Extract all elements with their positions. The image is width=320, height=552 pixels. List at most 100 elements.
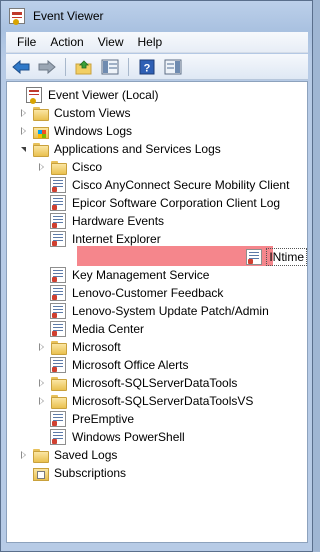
log-icon	[50, 411, 66, 427]
log-icon	[50, 195, 66, 211]
menu-bar: File Action View Help	[6, 32, 308, 53]
folder-icon	[50, 159, 67, 175]
toolbar: ?	[6, 54, 308, 80]
up-folder-icon	[75, 59, 92, 74]
help-button[interactable]: ?	[136, 57, 158, 77]
tree-node-subscriptions[interactable]: Subscriptions	[7, 464, 307, 482]
windows-logs-icon	[32, 123, 49, 139]
tree-node-label: Internet Explorer	[72, 232, 161, 246]
tree-node-label: Key Management Service	[72, 268, 210, 282]
tree-node-microsoft-office-alerts[interactable]: Microsoft Office Alerts	[7, 356, 307, 374]
console-tree: Event Viewer (Local) Custom Views Window…	[7, 82, 307, 482]
show-hide-tree-icon	[101, 59, 119, 74]
tree-node-label: Windows Logs	[54, 124, 133, 138]
tree-node-lenovo-system-update[interactable]: Lenovo-System Update Patch/Admin	[7, 302, 307, 320]
collapse-arrow-icon[interactable]	[19, 145, 28, 154]
event-viewer-app-icon	[9, 8, 25, 25]
forward-arrow-icon	[38, 59, 56, 74]
tree-node-microsoft[interactable]: Microsoft	[7, 338, 307, 356]
subscriptions-icon	[32, 465, 49, 481]
folder-icon	[32, 141, 49, 157]
svg-text:?: ?	[144, 62, 151, 74]
tree-node-cisco[interactable]: Cisco	[7, 158, 307, 176]
expand-arrow-icon[interactable]	[37, 379, 46, 388]
expand-arrow-icon[interactable]	[37, 397, 46, 406]
tree-node-label: Lenovo-System Update Patch/Admin	[72, 304, 269, 318]
tree-node-label: INtime	[266, 248, 307, 266]
log-icon	[246, 249, 263, 265]
up-one-level-button[interactable]	[73, 57, 95, 77]
toolbar-separator	[65, 57, 66, 76]
forward-button[interactable]	[36, 57, 58, 77]
tree-node-label: Epicor Software Corporation Client Log	[72, 196, 281, 210]
tree-node-applications-and-services-logs[interactable]: Applications and Services Logs	[7, 140, 307, 158]
tree-node-label: Applications and Services Logs	[54, 142, 221, 156]
back-button[interactable]	[10, 57, 32, 77]
tree-node-cisco-anyconnect[interactable]: Cisco AnyConnect Secure Mobility Client	[7, 176, 307, 194]
window-title: Event Viewer	[33, 9, 104, 23]
menu-action[interactable]: Action	[43, 35, 90, 49]
log-icon	[50, 303, 66, 319]
show-hide-action-pane-button[interactable]	[162, 57, 184, 77]
event-viewer-window: Event Viewer File Action View Help ? Eve…	[0, 0, 313, 552]
menu-view[interactable]: View	[91, 35, 131, 49]
folder-icon	[32, 447, 49, 463]
tree-node-label: Event Viewer (Local)	[48, 88, 159, 102]
tree-node-label: Microsoft Office Alerts	[72, 358, 189, 372]
selection-highlight	[77, 246, 274, 266]
expand-arrow-icon[interactable]	[37, 343, 46, 352]
folder-icon	[32, 105, 49, 121]
back-arrow-icon	[12, 59, 30, 74]
expand-arrow-icon[interactable]	[19, 127, 28, 136]
tree-node-saved-logs[interactable]: Saved Logs	[7, 446, 307, 464]
tree-node-label: Media Center	[72, 322, 145, 336]
tree-node-microsoft-sqlserverdatatools[interactable]: Microsoft-SQLServerDataTools	[7, 374, 307, 392]
toolbar-separator	[128, 57, 129, 76]
tree-node-label: Windows PowerShell	[72, 430, 185, 444]
tree-node-hardware-events[interactable]: Hardware Events	[7, 212, 307, 230]
folder-icon	[50, 339, 67, 355]
folder-icon	[50, 393, 67, 409]
tree-node-label: Cisco	[72, 160, 103, 174]
log-icon	[50, 357, 66, 373]
help-icon: ?	[139, 59, 155, 74]
folder-icon	[50, 375, 67, 391]
tree-node-label: Custom Views	[54, 106, 131, 120]
expand-arrow-icon[interactable]	[19, 109, 28, 118]
log-icon	[50, 231, 66, 247]
show-hide-console-tree-button[interactable]	[99, 57, 121, 77]
tree-node-epicor[interactable]: Epicor Software Corporation Client Log	[7, 194, 307, 212]
tree-node-media-center[interactable]: Media Center	[7, 320, 307, 338]
expand-arrow-icon[interactable]	[37, 163, 46, 172]
tree-node-label: PreEmptive	[72, 412, 135, 426]
menu-file[interactable]: File	[10, 35, 43, 49]
show-hide-action-pane-icon	[164, 59, 182, 74]
tree-node-preemptive[interactable]: PreEmptive	[7, 410, 307, 428]
log-icon	[50, 213, 66, 229]
menu-help[interactable]: Help	[131, 35, 170, 49]
tree-node-lenovo-customer-feedback[interactable]: Lenovo-Customer Feedback	[7, 284, 307, 302]
tree-node-label: Microsoft	[72, 340, 121, 354]
tree-node-intime[interactable]: INtime	[7, 246, 307, 266]
title-bar[interactable]: Event Viewer	[1, 1, 312, 31]
tree-node-label: Microsoft-SQLServerDataTools	[72, 376, 238, 390]
tree-node-custom-views[interactable]: Custom Views	[7, 104, 307, 122]
event-viewer-icon	[26, 87, 42, 104]
tree-node-label: Saved Logs	[54, 448, 118, 462]
log-icon	[50, 177, 66, 193]
tree-node-key-management-service[interactable]: Key Management Service	[7, 266, 307, 284]
console-tree-pane[interactable]: Event Viewer (Local) Custom Views Window…	[6, 81, 308, 543]
tree-node-microsoft-sqlserverdatatoolsvs[interactable]: Microsoft-SQLServerDataToolsVS	[7, 392, 307, 410]
log-icon	[50, 285, 66, 301]
tree-node-label: Subscriptions	[54, 466, 127, 480]
tree-node-label: Hardware Events	[72, 214, 165, 228]
tree-node-label: Lenovo-Customer Feedback	[72, 286, 224, 300]
tree-node-windows-logs[interactable]: Windows Logs	[7, 122, 307, 140]
log-icon	[50, 267, 66, 283]
tree-node-windows-powershell[interactable]: Windows PowerShell	[7, 428, 307, 446]
tree-node-label: Cisco AnyConnect Secure Mobility Client	[72, 178, 290, 192]
tree-node-root[interactable]: Event Viewer (Local)	[7, 86, 307, 104]
log-icon	[50, 321, 66, 337]
expand-arrow-icon[interactable]	[19, 451, 28, 460]
tree-node-label: Microsoft-SQLServerDataToolsVS	[72, 394, 254, 408]
